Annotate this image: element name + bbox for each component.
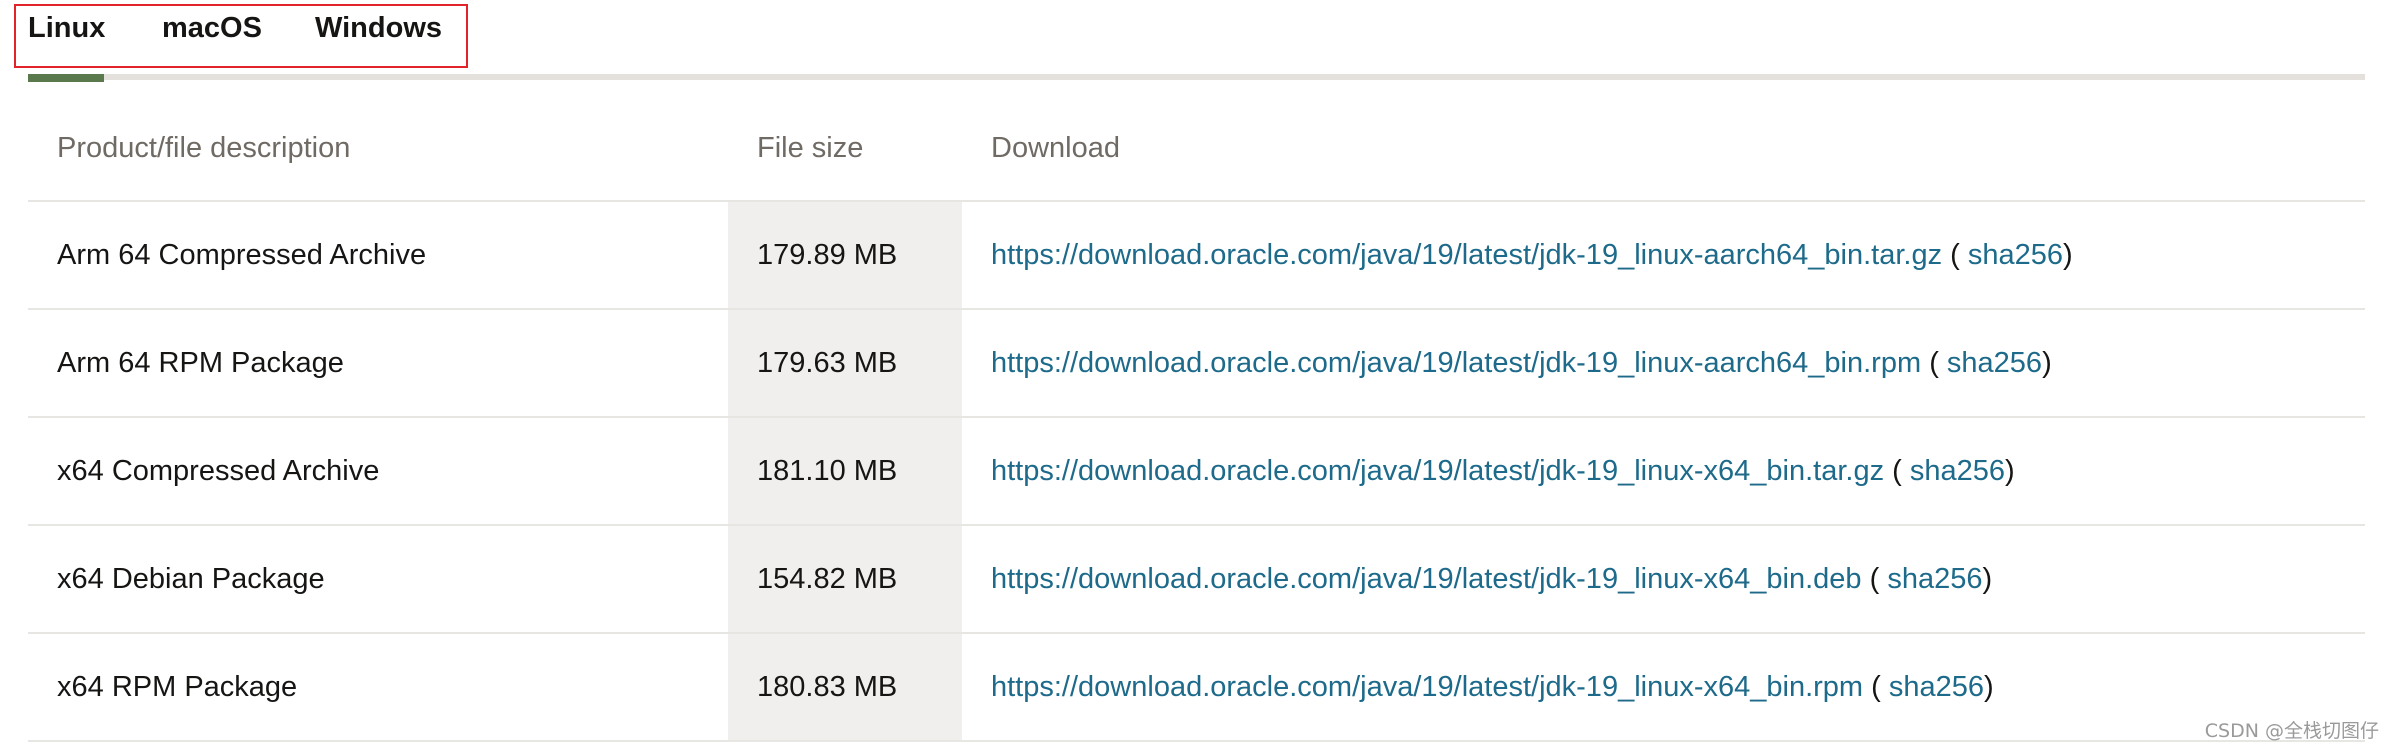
paren-close: ) — [2063, 238, 2073, 271]
paren-close: ) — [2042, 346, 2052, 379]
tab-underline-track — [28, 74, 2365, 80]
row-file-size: 180.83 MB — [728, 633, 962, 742]
paren-open: ( — [1871, 670, 1889, 703]
paren-close: ) — [1984, 670, 1994, 703]
sha256-link[interactable]: sha256 — [1910, 455, 2005, 487]
row-description: Arm 64 Compressed Archive — [28, 201, 728, 310]
row-download-cell: https://download.oracle.com/java/19/late… — [962, 525, 2365, 634]
row-description: Arm 64 RPM Package — [28, 309, 728, 418]
row-description: x64 Debian Package — [28, 525, 728, 634]
download-link[interactable]: https://download.oracle.com/java/19/late… — [991, 455, 1884, 487]
row-description: x64 RPM Package — [28, 633, 728, 742]
sha256-link[interactable]: sha256 — [1889, 671, 1984, 703]
annotation-highlight-box — [14, 4, 468, 68]
paren-open: ( — [1869, 562, 1888, 595]
download-link[interactable]: https://download.oracle.com/java/19/late… — [991, 239, 1942, 271]
downloads-table: Product/file description File size Downl… — [28, 96, 2365, 742]
row-file-size: 179.89 MB — [728, 201, 962, 310]
table-row: x64 Compressed Archive 181.10 MB https:/… — [28, 417, 2365, 526]
table-row: x64 Debian Package 154.82 MB https://dow… — [28, 525, 2365, 634]
download-link[interactable]: https://download.oracle.com/java/19/late… — [991, 347, 1921, 379]
table-row: Arm 64 Compressed Archive 179.89 MB http… — [28, 201, 2365, 310]
sha256-link[interactable]: sha256 — [1968, 239, 2063, 271]
paren-close: ) — [2005, 454, 2015, 487]
download-link[interactable]: https://download.oracle.com/java/19/late… — [991, 563, 1862, 595]
paren-open: ( — [1929, 346, 1947, 379]
row-description: x64 Compressed Archive — [28, 417, 728, 526]
row-download-cell: https://download.oracle.com/java/19/late… — [962, 417, 2365, 526]
paren-open: ( — [1950, 238, 1968, 271]
sha256-link[interactable]: sha256 — [1887, 563, 1982, 595]
column-header-download: Download — [962, 96, 2365, 202]
download-link[interactable]: https://download.oracle.com/java/19/late… — [991, 671, 1863, 703]
table-row: Arm 64 RPM Package 179.63 MB https://dow… — [28, 309, 2365, 418]
row-download-cell: https://download.oracle.com/java/19/late… — [962, 201, 2365, 310]
sha256-link[interactable]: sha256 — [1947, 347, 2042, 379]
table-row: x64 RPM Package 180.83 MB https://downlo… — [28, 633, 2365, 742]
column-header-size: File size — [728, 96, 962, 202]
table-header-row: Product/file description File size Downl… — [28, 96, 2365, 202]
row-file-size: 154.82 MB — [728, 525, 962, 634]
row-file-size: 181.10 MB — [728, 417, 962, 526]
row-file-size: 179.63 MB — [728, 309, 962, 418]
paren-open: ( — [1892, 454, 1910, 487]
row-download-cell: https://download.oracle.com/java/19/late… — [962, 633, 2365, 742]
tab-active-indicator — [28, 74, 104, 82]
column-header-description: Product/file description — [28, 96, 728, 202]
watermark-text: CSDN @全栈切图仔 — [2204, 720, 2379, 742]
paren-close: ) — [1982, 562, 1993, 595]
row-download-cell: https://download.oracle.com/java/19/late… — [962, 309, 2365, 418]
